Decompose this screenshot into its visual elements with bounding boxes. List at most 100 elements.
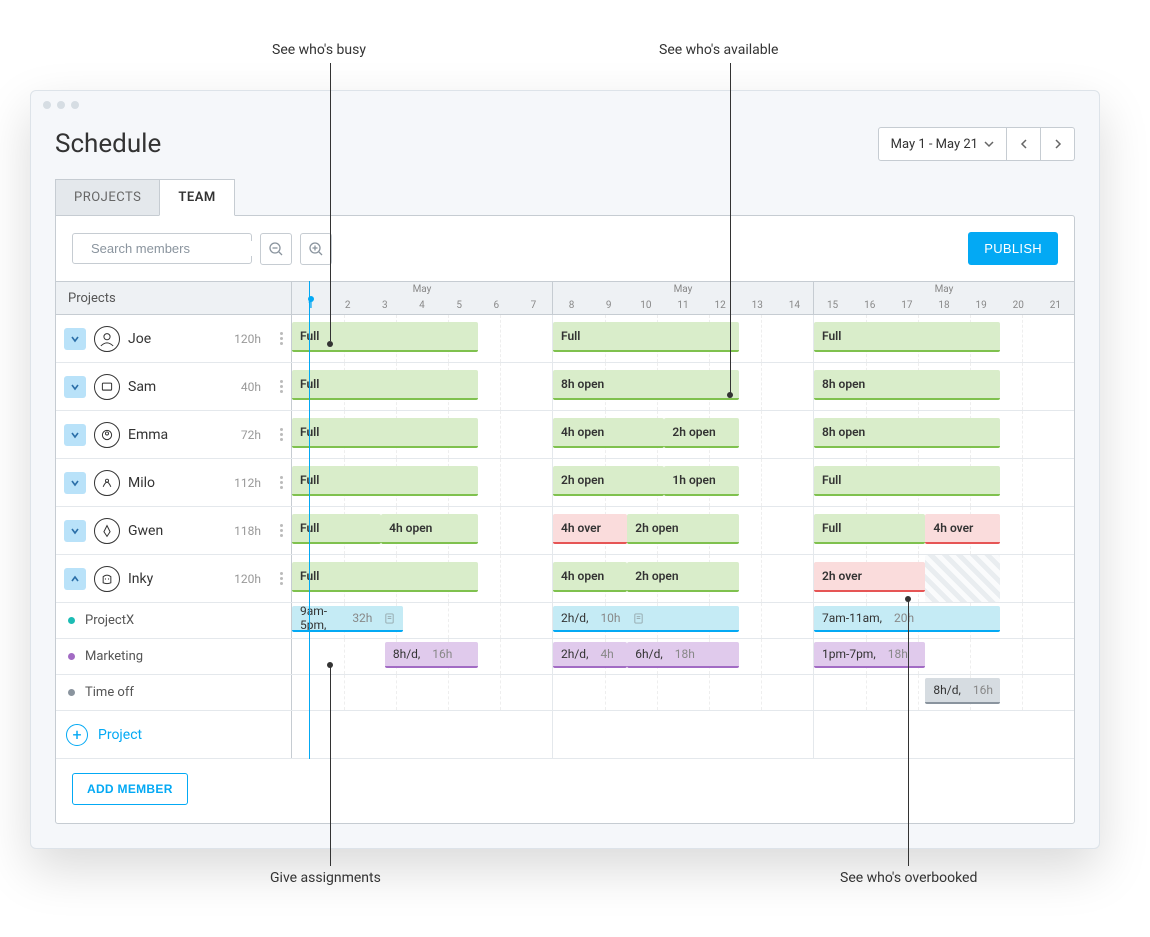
chevron-right-icon <box>1053 139 1063 149</box>
page-title: Schedule <box>55 129 161 159</box>
schedule-bar[interactable]: 8h open <box>553 370 739 400</box>
day-header: 21 <box>1037 300 1074 311</box>
schedule-bar[interactable]: 2h over <box>814 562 925 592</box>
schedule-bar[interactable]: Full <box>814 514 925 544</box>
annotation-overbooked: See who's overbooked <box>840 870 977 886</box>
schedule-bar[interactable]: 1h open <box>664 466 738 496</box>
day-header: 8 <box>553 300 590 311</box>
day-header: 17 <box>888 300 925 311</box>
drag-handle-icon[interactable] <box>280 476 283 489</box>
subproject-row[interactable]: Time off <box>56 675 292 710</box>
drag-handle-icon[interactable] <box>280 380 283 393</box>
day-header: 11 <box>664 300 701 311</box>
avatar-icon <box>94 566 120 592</box>
zoom-out-button[interactable] <box>260 233 292 265</box>
expand-toggle[interactable] <box>64 520 86 542</box>
project-dot-icon <box>68 689 75 696</box>
add-member-button[interactable]: ADD MEMBER <box>72 773 188 805</box>
note-icon <box>384 613 395 624</box>
day-header: 19 <box>963 300 1000 311</box>
schedule-bar[interactable]: Full <box>292 562 478 592</box>
prev-button[interactable] <box>1007 127 1041 161</box>
day-header: 12 <box>702 300 739 311</box>
member-name: Inky <box>128 571 153 587</box>
subproject-name: ProjectX <box>85 613 134 628</box>
schedule-bar[interactable]: Full <box>814 322 1000 352</box>
day-header: 18 <box>925 300 962 311</box>
schedule-bar[interactable]: Full <box>292 322 478 352</box>
search-input[interactable] <box>91 241 267 256</box>
schedule-bar[interactable]: Full <box>292 466 478 496</box>
schedule-bar[interactable]: 7am-11am, 20h <box>814 606 1000 632</box>
schedule-bar[interactable]: 2h open <box>627 514 738 544</box>
avatar-icon <box>94 422 120 448</box>
plus-circle-icon: + <box>66 724 88 746</box>
schedule-bar[interactable]: 8h open <box>814 370 1000 400</box>
schedule-bar[interactable]: Full <box>292 418 478 448</box>
tab-team[interactable]: TEAM <box>159 179 234 216</box>
schedule-bar[interactable]: 8h/d, 16h <box>385 642 478 668</box>
expand-toggle[interactable] <box>64 568 86 590</box>
tab-projects[interactable]: PROJECTS <box>55 179 159 216</box>
avatar-icon <box>94 326 120 352</box>
schedule-bar[interactable]: 4h open <box>381 514 478 544</box>
day-header: 13 <box>739 300 776 311</box>
subproject-row[interactable]: Marketing <box>56 639 292 674</box>
schedule-bar[interactable]: 2h open <box>553 466 664 496</box>
drag-handle-icon[interactable] <box>280 572 283 585</box>
day-header: 14 <box>776 300 813 311</box>
day-header: 15 <box>814 300 851 311</box>
zoom-out-icon <box>268 241 284 257</box>
member-hours: 118h <box>234 524 261 538</box>
month-label: May <box>814 284 1074 295</box>
schedule-bar[interactable]: Full <box>553 322 739 352</box>
day-header: 20 <box>1000 300 1037 311</box>
day-header: 10 <box>627 300 664 311</box>
schedule-bar[interactable]: 8h open <box>814 418 1000 448</box>
schedule-bar[interactable]: Full <box>292 370 478 400</box>
schedule-bar[interactable] <box>925 555 999 602</box>
annotation-assignments: Give assignments <box>270 870 381 886</box>
schedule-bar[interactable]: 8h/d, 16h <box>925 678 999 704</box>
search-input-wrapper[interactable] <box>72 233 252 264</box>
day-header: 1 <box>292 300 329 311</box>
member-hours: 112h <box>234 476 261 490</box>
schedule-bar[interactable]: 4h over <box>925 514 999 544</box>
day-header: 6 <box>478 300 515 311</box>
schedule-bar[interactable]: 2h/d, 10h <box>553 606 739 632</box>
expand-toggle[interactable] <box>64 376 86 398</box>
publish-button[interactable]: PUBLISH <box>968 232 1058 265</box>
add-project-button[interactable]: + Project <box>56 711 292 758</box>
schedule-bar[interactable]: Full <box>292 514 381 544</box>
schedule-bar[interactable]: 6h/d, 18h <box>627 642 738 668</box>
zoom-in-button[interactable] <box>300 233 332 265</box>
schedule-bar[interactable]: 4h open <box>553 418 664 448</box>
day-header: 3 <box>366 300 403 311</box>
schedule-bar[interactable]: 4h open <box>553 562 627 592</box>
subproject-row[interactable]: ProjectX <box>56 603 292 638</box>
schedule-bar[interactable]: 2h open <box>627 562 738 592</box>
expand-toggle[interactable] <box>64 424 86 446</box>
drag-handle-icon[interactable] <box>280 428 283 441</box>
schedule-bar[interactable]: 2h/d, 4h <box>553 642 627 668</box>
expand-toggle[interactable] <box>64 472 86 494</box>
annotation-busy: See who's busy <box>272 42 366 58</box>
project-dot-icon <box>68 617 75 624</box>
drag-handle-icon[interactable] <box>280 524 283 537</box>
date-range-picker[interactable]: May 1 - May 21 <box>878 127 1007 161</box>
schedule-bar[interactable]: 4h over <box>553 514 627 544</box>
note-icon <box>633 613 644 624</box>
next-button[interactable] <box>1041 127 1075 161</box>
member-hours: 72h <box>241 428 261 442</box>
zoom-in-icon <box>308 241 324 257</box>
day-header: 4 <box>403 300 440 311</box>
subproject-name: Marketing <box>85 649 143 664</box>
member-hours: 120h <box>234 332 261 346</box>
subproject-name: Time off <box>85 685 134 700</box>
expand-toggle[interactable] <box>64 328 86 350</box>
drag-handle-icon[interactable] <box>280 332 283 345</box>
member-name: Joe <box>128 331 151 347</box>
schedule-bar[interactable]: Full <box>814 466 1000 496</box>
schedule-bar[interactable]: 2h open <box>664 418 738 448</box>
member-name: Milo <box>128 475 155 491</box>
